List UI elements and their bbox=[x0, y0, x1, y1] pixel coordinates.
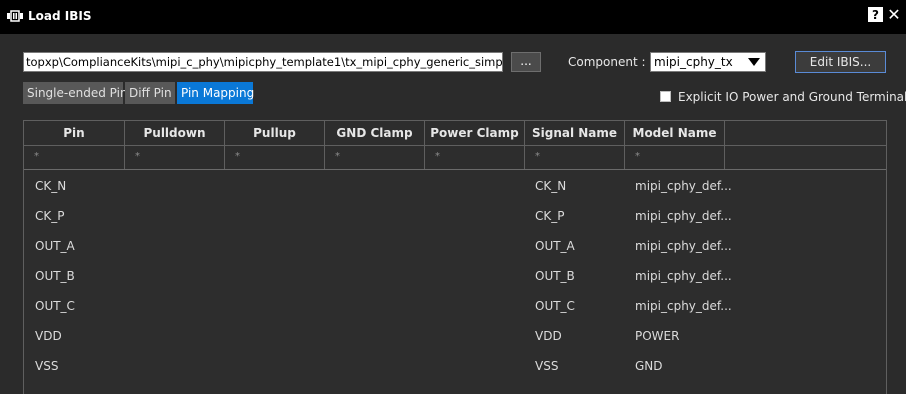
filter-pullup[interactable]: * bbox=[225, 145, 325, 169]
cell-signal-name: VDD bbox=[535, 329, 562, 343]
explicit-io-checkbox[interactable] bbox=[660, 91, 671, 102]
cell-model-name: POWER bbox=[635, 329, 680, 343]
browse-button[interactable]: ... bbox=[511, 52, 541, 72]
cell-signal-name: VSS bbox=[535, 359, 559, 373]
tab-diff-pin[interactable]: Diff Pin bbox=[125, 82, 175, 104]
chevron-down-icon bbox=[748, 58, 760, 66]
column-header-power-clamp[interactable]: Power Clamp bbox=[425, 121, 525, 145]
pin-mapping-table: Pin Pulldown Pullup GND Clamp Power Clam… bbox=[23, 120, 887, 394]
filter-pulldown[interactable]: * bbox=[125, 145, 225, 169]
close-icon[interactable]: ✕ bbox=[886, 6, 902, 24]
column-header-gnd-clamp[interactable]: GND Clamp bbox=[325, 121, 425, 145]
filter-signal-name[interactable]: * bbox=[525, 145, 625, 169]
filter-model-name[interactable]: * bbox=[625, 145, 725, 169]
cell-pin: CK_N bbox=[35, 179, 67, 193]
filter-gnd-clamp[interactable]: * bbox=[325, 145, 425, 169]
window-title: Load IBIS bbox=[28, 9, 92, 23]
cell-model-name: mipi_cphy_def... bbox=[635, 299, 732, 313]
cell-signal-name: CK_P bbox=[535, 209, 565, 223]
cell-pin: VSS bbox=[35, 359, 59, 373]
edit-ibis-button[interactable]: Edit IBIS... bbox=[795, 51, 886, 73]
cell-model-name: mipi_cphy_def... bbox=[635, 239, 732, 253]
cell-model-name: mipi_cphy_def... bbox=[635, 269, 732, 283]
app-icon bbox=[7, 10, 23, 22]
cell-pin: OUT_C bbox=[35, 299, 75, 313]
component-select[interactable]: mipi_cphy_tx bbox=[650, 52, 766, 72]
cell-pin: OUT_A bbox=[35, 239, 75, 253]
cell-model-name: mipi_cphy_def... bbox=[635, 209, 732, 223]
column-header-pin[interactable]: Pin bbox=[24, 121, 125, 145]
cell-pin: CK_P bbox=[35, 209, 65, 223]
explicit-io-label: Explicit IO Power and Ground Terminals bbox=[678, 90, 906, 104]
cell-signal-name: OUT_C bbox=[535, 299, 575, 313]
filter-row: * * * * * * * bbox=[24, 145, 886, 170]
column-header-signal-name[interactable]: Signal Name bbox=[525, 121, 625, 145]
help-button[interactable]: ? bbox=[868, 7, 883, 22]
title-bar: Load IBIS ? ✕ bbox=[0, 0, 906, 34]
tab-single-ended-pin[interactable]: Single-ended Pin bbox=[23, 82, 128, 104]
cell-model-name: mipi_cphy_def... bbox=[635, 179, 732, 193]
cell-model-name: GND bbox=[635, 359, 663, 373]
component-select-value: mipi_cphy_tx bbox=[654, 55, 733, 69]
component-label: Component : bbox=[568, 55, 646, 69]
cell-pin: OUT_B bbox=[35, 269, 75, 283]
ibis-path-input[interactable]: topxp\ComplianceKits\mipi_c_phy\mipicphy… bbox=[23, 52, 503, 72]
table-header: Pin Pulldown Pullup GND Clamp Power Clam… bbox=[24, 121, 886, 146]
cell-signal-name: OUT_B bbox=[535, 269, 575, 283]
cell-pin: VDD bbox=[35, 329, 62, 343]
column-header-model-name[interactable]: Model Name bbox=[625, 121, 725, 145]
cell-signal-name: CK_N bbox=[535, 179, 567, 193]
cell-signal-name: OUT_A bbox=[535, 239, 575, 253]
tab-pin-mapping[interactable]: Pin Mapping bbox=[177, 82, 254, 104]
column-header-pulldown[interactable]: Pulldown bbox=[125, 121, 225, 145]
filter-pin[interactable]: * bbox=[24, 145, 125, 169]
column-header-pullup[interactable]: Pullup bbox=[225, 121, 325, 145]
filter-power-clamp[interactable]: * bbox=[425, 145, 525, 169]
